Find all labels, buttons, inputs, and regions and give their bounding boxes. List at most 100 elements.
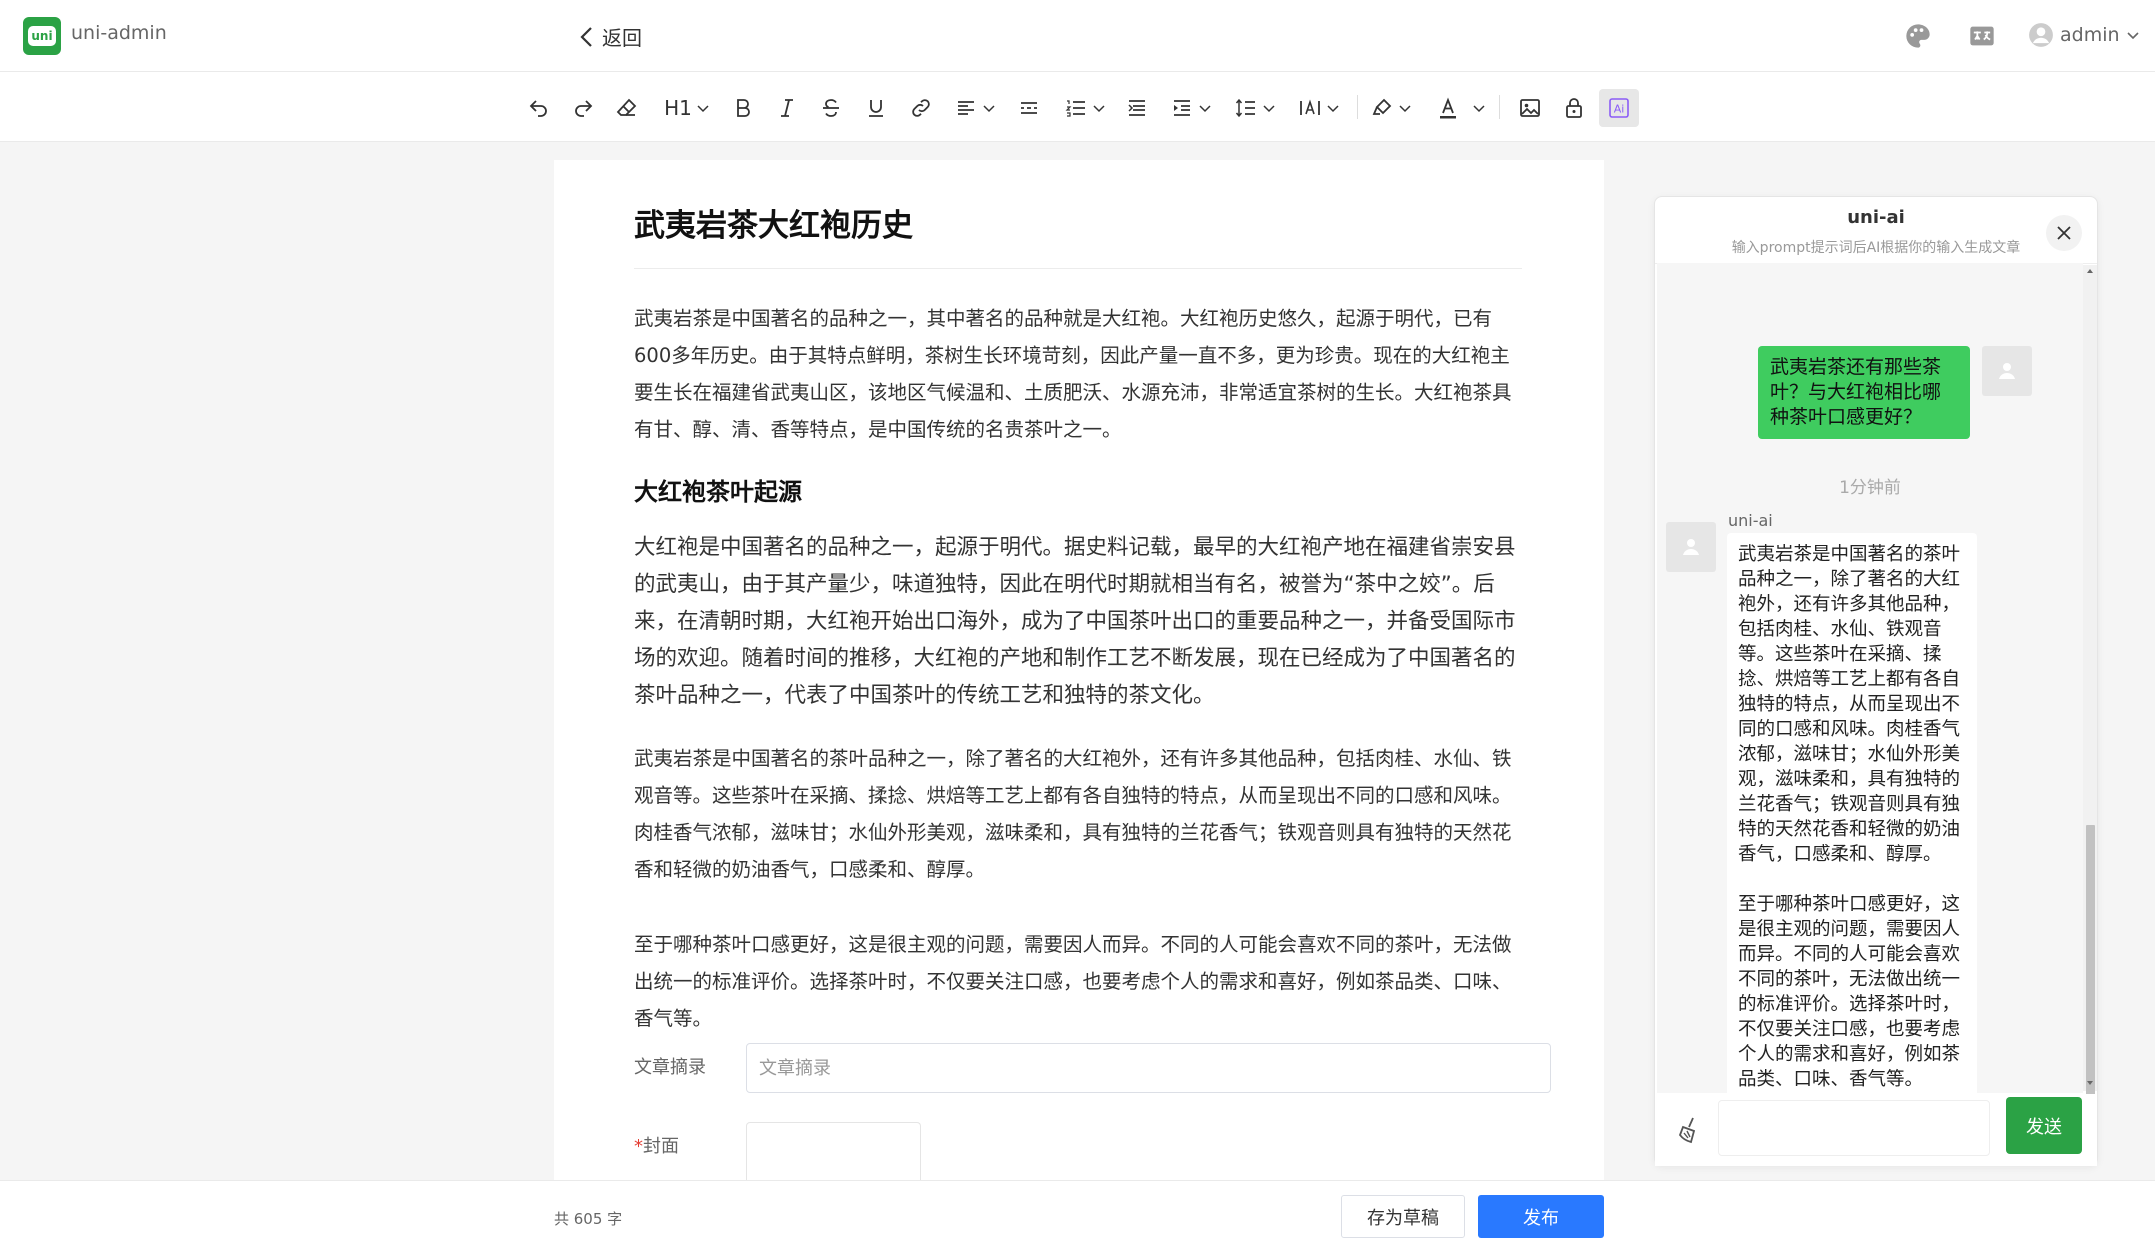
user-avatar bbox=[1982, 346, 2032, 396]
chevron-left-icon bbox=[580, 26, 592, 47]
ai-panel-title: uni-ai bbox=[1847, 207, 1905, 228]
chevron-down-icon bbox=[1399, 105, 1411, 113]
align-select[interactable] bbox=[950, 89, 1000, 127]
strikethrough-icon bbox=[823, 99, 839, 117]
link-icon bbox=[912, 99, 930, 117]
palette-icon bbox=[1906, 24, 1930, 48]
save-draft-button[interactable]: 存为草稿 bbox=[1341, 1195, 1465, 1238]
redo-icon bbox=[575, 100, 593, 117]
back-button[interactable]: 返回 bbox=[578, 22, 642, 51]
chevron-down-icon bbox=[2126, 32, 2139, 40]
ordered-list-icon bbox=[1065, 100, 1085, 117]
document-title[interactable]: 武夷岩茶大红袍历史 bbox=[634, 200, 913, 245]
chat-messages[interactable]: 武夷岩茶还有那些茶叶？与大红袍相比哪种茶叶口感更好？ 1分钟前 uni-ai 武… bbox=[1657, 263, 2083, 1093]
bot-avatar bbox=[1666, 522, 1716, 572]
image-icon bbox=[1520, 99, 1540, 117]
toolbar-divider bbox=[1357, 95, 1358, 119]
underline-icon bbox=[869, 100, 883, 117]
text-indent-button[interactable] bbox=[1120, 89, 1154, 127]
cover-label-text: 封面 bbox=[643, 1136, 679, 1157]
chat-scrollbar[interactable] bbox=[2083, 265, 2097, 1131]
theme-button[interactable] bbox=[1904, 22, 1932, 50]
user-menu[interactable]: admin bbox=[2028, 22, 2140, 48]
undo-button[interactable] bbox=[522, 89, 556, 127]
footer-bar bbox=[0, 1180, 2155, 1250]
user-name: admin bbox=[2060, 24, 2120, 46]
letter-spacing-select[interactable] bbox=[1294, 89, 1344, 127]
logo-text: uni bbox=[28, 26, 56, 46]
svg-text:Ai: Ai bbox=[1614, 103, 1625, 116]
indent-select[interactable] bbox=[1166, 89, 1216, 127]
close-icon bbox=[2057, 226, 2071, 240]
title-divider bbox=[634, 268, 1522, 269]
eraser-icon bbox=[616, 98, 637, 116]
chevron-down-icon bbox=[1093, 105, 1105, 113]
paragraph-icon bbox=[1128, 100, 1145, 116]
chevron-down-icon bbox=[1263, 105, 1275, 113]
bot-avatar-icon bbox=[1683, 539, 1699, 555]
chevron-down-icon bbox=[1473, 105, 1485, 113]
required-mark: * bbox=[634, 1136, 643, 1157]
italic-button[interactable] bbox=[770, 89, 804, 127]
paragraph[interactable]: 武夷岩茶是中国著名的品种之一，其中著名的品种就是大红袍。大红袍历史悠久，起源于明… bbox=[634, 300, 1522, 448]
heading-select[interactable]: H1 bbox=[662, 89, 712, 127]
lock-button[interactable] bbox=[1557, 89, 1591, 127]
paragraph[interactable]: 武夷岩茶是中国著名的茶叶品种之一，除了著名的大红袍外，还有许多其他品种，包括肉桂… bbox=[634, 740, 1522, 888]
app-logo[interactable]: uni bbox=[23, 17, 61, 55]
underline-button[interactable] bbox=[859, 89, 893, 127]
line-height-icon bbox=[1235, 98, 1255, 118]
user-avatar-icon bbox=[1999, 363, 2015, 379]
user-message-bubble: 武夷岩茶还有那些茶叶？与大红袍相比哪种茶叶口感更好？ bbox=[1758, 346, 1970, 439]
clear-format-button[interactable] bbox=[610, 89, 644, 127]
divider-button[interactable] bbox=[1012, 89, 1046, 127]
indent-icon bbox=[1174, 100, 1190, 116]
scroll-up-icon[interactable] bbox=[2086, 267, 2094, 275]
chevron-down-icon bbox=[983, 105, 995, 113]
highlighter-icon bbox=[1372, 98, 1392, 115]
font-color-icon bbox=[1440, 97, 1456, 119]
chat-input-area: 发送 bbox=[1655, 1094, 2097, 1166]
undo-icon bbox=[529, 100, 547, 117]
chevron-down-icon bbox=[1199, 105, 1211, 113]
bold-button[interactable] bbox=[726, 89, 760, 127]
list-select[interactable] bbox=[1060, 89, 1110, 127]
paragraph[interactable]: 至于哪种茶叶口感更好，这是很主观的问题，需要因人而异。不同的人可能会喜欢不同的茶… bbox=[634, 926, 1522, 1037]
cover-upload[interactable] bbox=[746, 1122, 921, 1180]
toolbar-divider bbox=[1499, 95, 1500, 119]
lock-icon bbox=[1566, 98, 1582, 118]
highlight-select[interactable] bbox=[1366, 89, 1416, 127]
ai-panel-subtitle: 输入prompt提示词后AI根据你的输入生成文章 bbox=[1731, 240, 2021, 256]
ai-assistant-button[interactable]: Ai bbox=[1599, 89, 1639, 127]
editor-document[interactable]: 武夷岩茶大红袍历史 武夷岩茶是中国著名的品种之一，其中著名的品种就是大红袍。大红… bbox=[554, 160, 1604, 1180]
redo-button[interactable] bbox=[566, 89, 600, 127]
ai-icon: Ai bbox=[1609, 98, 1629, 118]
language-button[interactable] bbox=[1968, 22, 1996, 50]
back-label: 返回 bbox=[602, 26, 642, 50]
letter-spacing-icon bbox=[1300, 99, 1320, 115]
bold-icon bbox=[737, 99, 750, 117]
strikethrough-button[interactable] bbox=[814, 89, 848, 127]
heading-label: H1 bbox=[664, 96, 692, 120]
scroll-down-icon[interactable] bbox=[2086, 1079, 2094, 1087]
summary-label: 文章摘录 bbox=[634, 1057, 706, 1078]
section-heading[interactable]: 大红袍茶叶起源 bbox=[634, 472, 802, 507]
translate-icon bbox=[1970, 26, 1994, 46]
summary-input[interactable] bbox=[746, 1043, 1551, 1093]
user-avatar-icon bbox=[2029, 23, 2053, 47]
send-button[interactable]: 发送 bbox=[2006, 1097, 2082, 1154]
font-color-select[interactable] bbox=[1434, 89, 1488, 127]
horizontal-rule-icon bbox=[1021, 102, 1037, 114]
broom-icon[interactable] bbox=[1673, 1114, 1705, 1146]
publish-button[interactable]: 发布 bbox=[1478, 1195, 1604, 1238]
close-button[interactable] bbox=[2046, 215, 2082, 251]
ai-chat-panel: uni-ai 输入prompt提示词后AI根据你的输入生成文章 武夷岩茶还有那些… bbox=[1654, 196, 2098, 1166]
italic-icon bbox=[781, 99, 793, 117]
paragraph[interactable]: 大红袍是中国著名的品种之一，起源于明代。据史料记载，最早的大红袍产地在福建省崇安… bbox=[634, 529, 1522, 714]
app-name[interactable]: uni-admin bbox=[71, 22, 167, 44]
chevron-down-icon bbox=[697, 105, 709, 113]
bot-message-bubble: 武夷岩茶是中国著名的茶叶品种之一，除了著名的大红袍外，还有许多其他品种，包括肉桂… bbox=[1727, 533, 1977, 1093]
link-button[interactable] bbox=[904, 89, 938, 127]
line-height-select[interactable] bbox=[1230, 89, 1280, 127]
chat-input[interactable] bbox=[1718, 1100, 1990, 1156]
insert-image-button[interactable] bbox=[1513, 89, 1547, 127]
